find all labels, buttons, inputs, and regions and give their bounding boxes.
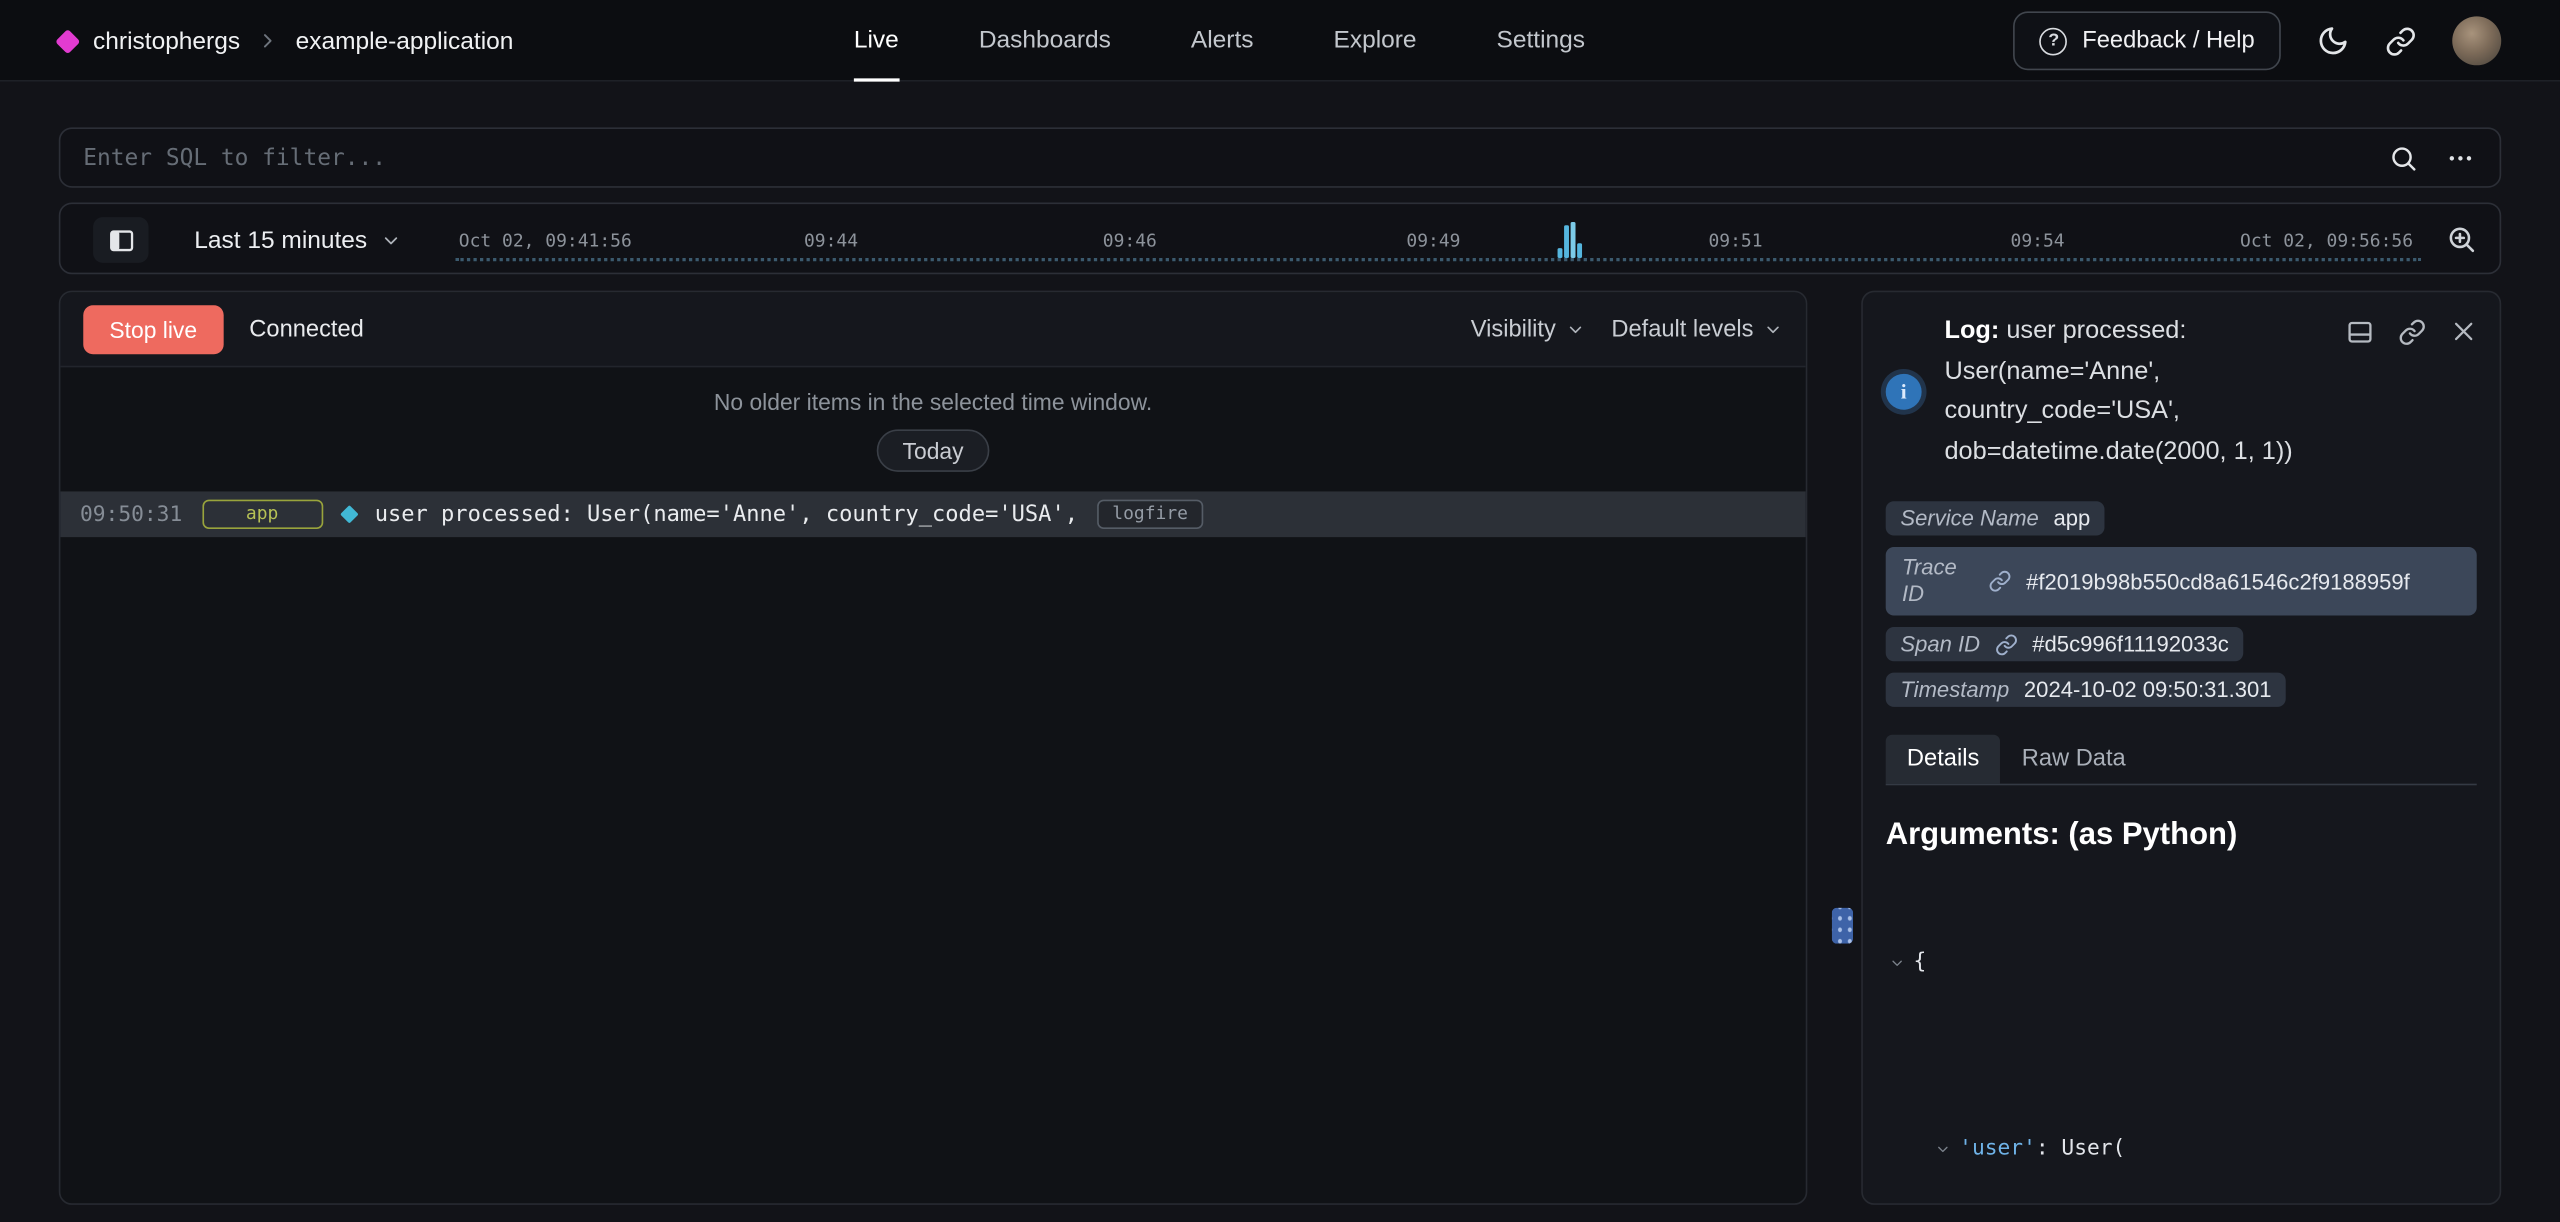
timeline-tick: Oct 02, 09:41:56 xyxy=(459,230,632,251)
link-icon xyxy=(1995,633,2018,656)
log-row-selected[interactable]: 09:50:31 app user processed: User(name='… xyxy=(60,491,1805,537)
arguments-heading: Arguments: (as Python) xyxy=(1886,818,2477,854)
detail-title-kind: Log: xyxy=(1944,317,1999,345)
arguments-code-block: { 'user': User( name='Anne', country_cod… xyxy=(1886,870,2477,1205)
histogram-bar xyxy=(1558,248,1563,258)
close-icon[interactable] xyxy=(2451,318,2477,346)
log-detail-panel: i Log: user processed: User(name='Anne',… xyxy=(1861,291,2501,1205)
histogram-bar xyxy=(1564,225,1569,258)
time-range-dropdown[interactable]: Last 15 minutes xyxy=(194,204,401,276)
tab-raw-data[interactable]: Raw Data xyxy=(2001,735,2147,784)
filter-more-options-icon[interactable] xyxy=(2444,143,2477,172)
feedback-help-label: Feedback / Help xyxy=(2082,28,2254,54)
panel-resize-handle[interactable] xyxy=(1832,908,1853,944)
span-id-badge[interactable]: Span ID #d5c996f11192033c xyxy=(1886,627,2244,661)
trace-id-value[interactable]: #f2019b98b550cd8a61546c2f9188959f xyxy=(2026,569,2410,593)
timeline-tick: Oct 02, 09:56:56 xyxy=(2240,230,2413,251)
sql-filter-input[interactable] xyxy=(83,144,2362,170)
chevron-right-icon xyxy=(256,29,279,52)
chevron-down-icon xyxy=(1566,319,1586,339)
visibility-label: Visibility xyxy=(1471,316,1556,342)
dock-panel-icon[interactable] xyxy=(2346,318,2374,346)
histogram-bar xyxy=(1571,222,1576,258)
link-icon xyxy=(1989,570,2012,593)
trace-id-badge[interactable]: Trace ID #f2019b98b550cd8a61546c2f918895… xyxy=(1886,547,2477,616)
log-timestamp: 09:50:31 xyxy=(80,502,182,526)
visibility-dropdown[interactable]: Visibility xyxy=(1471,316,1585,342)
span-id-value[interactable]: #d5c996f11192033c xyxy=(2032,632,2229,656)
detail-title: Log: user processed: User(name='Anne', c… xyxy=(1944,312,2362,472)
histogram-bar xyxy=(1577,243,1582,258)
copy-link-icon[interactable] xyxy=(2398,318,2426,346)
help-circle-icon: ? xyxy=(2040,27,2068,55)
search-icon[interactable] xyxy=(2389,143,2418,172)
logfire-logo-icon[interactable] xyxy=(55,28,80,53)
service-tag-pill[interactable]: app xyxy=(202,500,323,529)
detail-panel-actions xyxy=(2346,318,2477,346)
service-name-badge: Service Name app xyxy=(1886,501,2105,535)
nav-tab-alerts[interactable]: Alerts xyxy=(1191,0,1254,82)
timeline-tick: 09:49 xyxy=(1406,230,1460,251)
code-line: { xyxy=(1886,870,2477,1056)
timeline-tick: 09:46 xyxy=(1103,230,1157,251)
today-button[interactable]: Today xyxy=(876,429,989,471)
scope-tag-pill[interactable]: logfire xyxy=(1098,500,1203,529)
code-line: 'user': User( xyxy=(1886,1056,2477,1205)
timeline[interactable]: Oct 02, 09:41:56 09:44 09:46 09:49 09:51… xyxy=(442,204,2434,273)
dark-mode-moon-icon[interactable] xyxy=(2317,24,2350,57)
nav-tab-dashboards[interactable]: Dashboards xyxy=(979,0,1111,82)
nav-tab-live[interactable]: Live xyxy=(854,0,899,82)
top-nav: christophergs example-application Live D… xyxy=(0,0,2560,82)
time-range-label: Last 15 minutes xyxy=(194,226,367,254)
live-panel-header: Stop live Connected Visibility Default l… xyxy=(60,292,1805,367)
sidebar-toggle-icon[interactable] xyxy=(93,217,149,263)
zoom-in-icon[interactable] xyxy=(2446,224,2477,255)
breadcrumb-org[interactable]: christophergs xyxy=(93,27,240,55)
main-nav-tabs: Live Dashboards Alerts Explore Settings xyxy=(854,0,1585,82)
trace-id-label: Trace ID xyxy=(1902,555,1974,607)
log-level-diamond-icon xyxy=(339,505,357,523)
service-name-label: Service Name xyxy=(1900,506,2038,530)
connection-status: Connected xyxy=(249,316,364,342)
empty-window-message: No older items in the selected time wind… xyxy=(60,367,1805,414)
stop-live-button[interactable]: Stop live xyxy=(83,304,223,353)
default-levels-label: Default levels xyxy=(1611,316,1753,342)
timestamp-badge: Timestamp 2024-10-02 09:50:31.301 xyxy=(1886,673,2286,707)
service-name-value: app xyxy=(2054,506,2091,530)
detail-attribute-badges: Service Name app Trace ID #f2019b98b550c… xyxy=(1886,501,2477,707)
detail-title-block: i Log: user processed: User(name='Anne',… xyxy=(1886,312,2376,472)
timestamp-value: 2024-10-02 09:50:31.301 xyxy=(2024,678,2272,702)
chevron-down-icon xyxy=(1763,319,1783,339)
feedback-help-button[interactable]: ? Feedback / Help xyxy=(2014,11,2281,70)
timeline-tick: 09:44 xyxy=(804,230,858,251)
breadcrumb: christophergs example-application xyxy=(59,0,514,82)
user-avatar[interactable] xyxy=(2452,16,2501,65)
nav-right-controls: ? Feedback / Help xyxy=(2014,0,2501,82)
app-window: christophergs example-application Live D… xyxy=(0,0,2560,1221)
breadcrumb-project[interactable]: example-application xyxy=(296,27,514,55)
span-id-label: Span ID xyxy=(1900,632,1980,656)
detail-tabs: Details Raw Data xyxy=(1886,735,2477,786)
live-log-panel: Stop live Connected Visibility Default l… xyxy=(59,291,1808,1205)
tab-details[interactable]: Details xyxy=(1886,735,2001,784)
sql-filter-bar xyxy=(59,127,2501,187)
info-level-icon: i xyxy=(1886,374,1922,410)
chevron-down-icon xyxy=(380,229,401,250)
nav-tab-explore[interactable]: Explore xyxy=(1333,0,1416,82)
log-message: user processed: User(name='Anne', countr… xyxy=(375,501,1078,527)
default-levels-dropdown[interactable]: Default levels xyxy=(1611,316,1783,342)
collapse-caret-icon[interactable] xyxy=(1889,870,1909,1056)
timeline-tick: 09:51 xyxy=(1708,230,1762,251)
timeline-tick: 09:54 xyxy=(2011,230,2065,251)
timestamp-label: Timestamp xyxy=(1900,678,2009,702)
share-link-icon[interactable] xyxy=(2385,25,2416,56)
collapse-caret-icon[interactable] xyxy=(1935,1056,1955,1205)
time-range-bar: Last 15 minutes Oct 02, 09:41:56 09:44 0… xyxy=(59,202,2501,274)
nav-tab-settings[interactable]: Settings xyxy=(1497,0,1585,82)
timeline-baseline xyxy=(456,258,2422,261)
